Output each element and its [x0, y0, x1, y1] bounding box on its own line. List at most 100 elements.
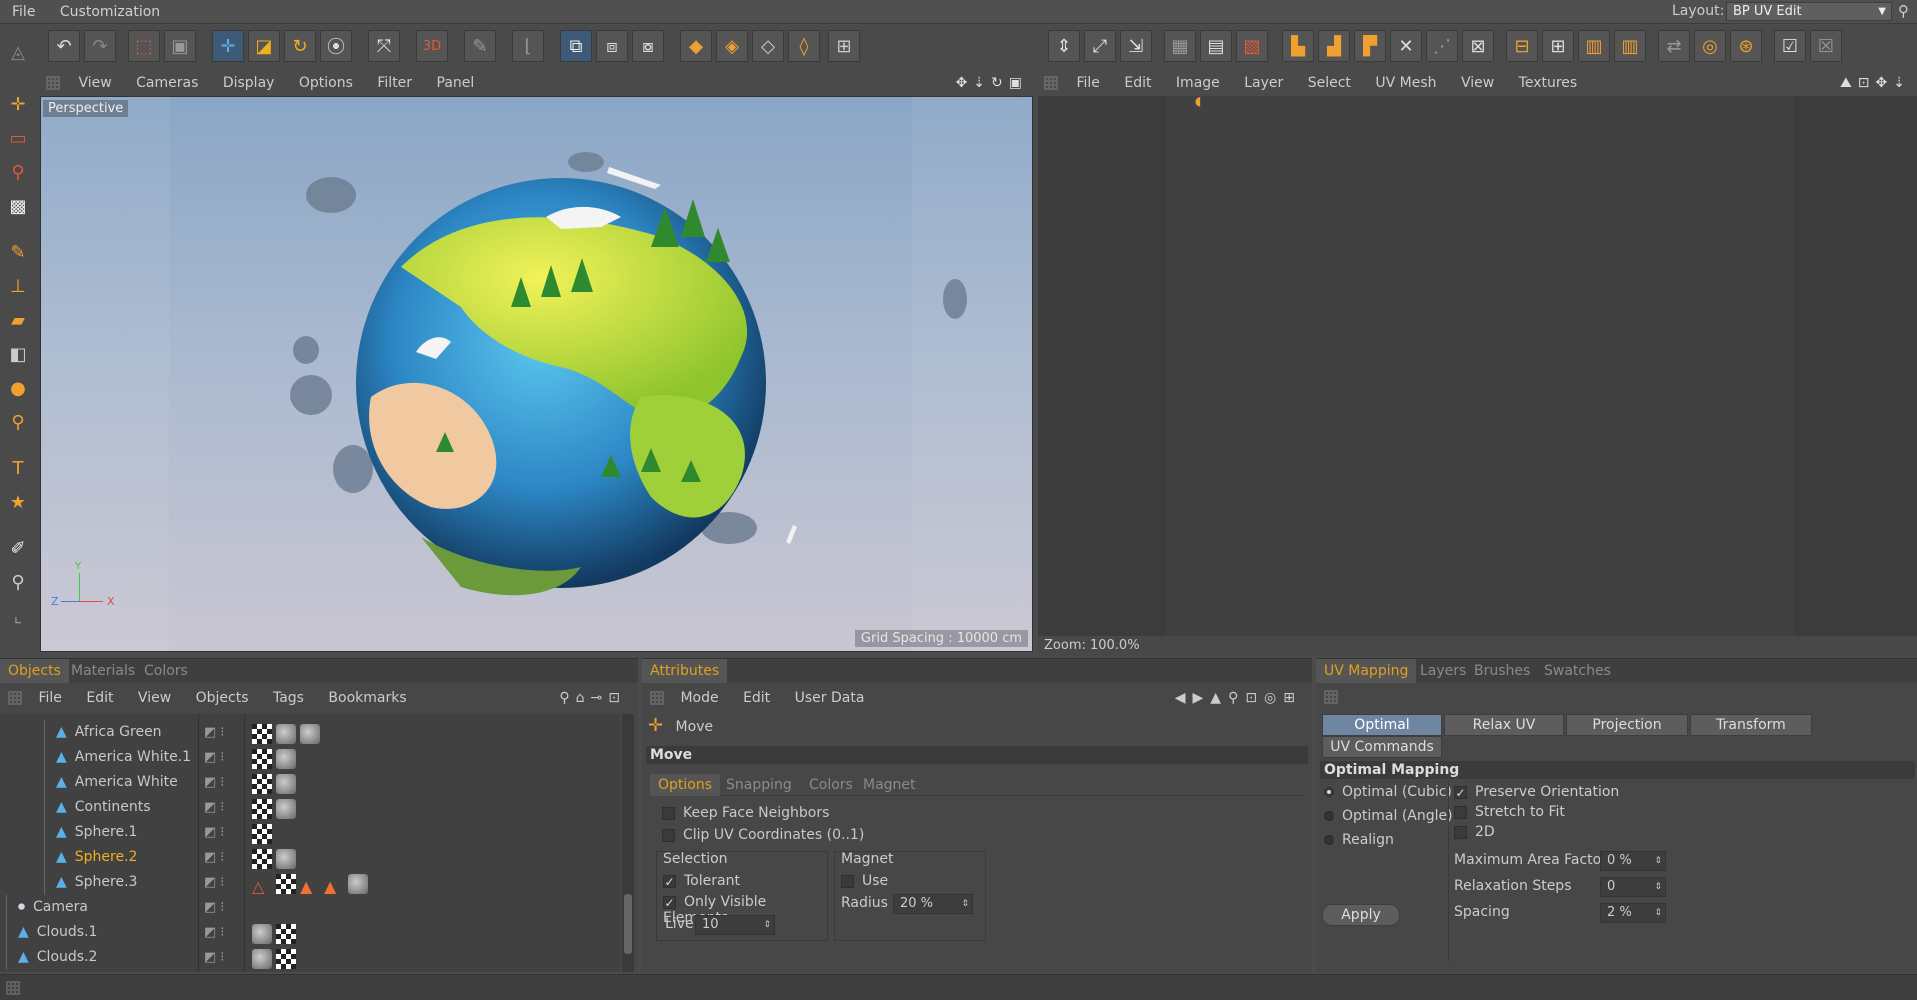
- brush-icon[interactable]: ✎: [464, 30, 496, 62]
- checkbox[interactable]: [1454, 825, 1467, 839]
- uv-menu-view[interactable]: View: [1461, 70, 1494, 96]
- paintbrush-icon[interactable]: ✎: [2, 236, 34, 268]
- tab-objects[interactable]: Objects: [0, 659, 69, 683]
- table-row[interactable]: ▲ Sphere.3 ◩⁝ △ ▲ ▲: [0, 870, 620, 896]
- uv-weld-icon[interactable]: ⊠: [1462, 30, 1494, 62]
- star-icon[interactable]: ★: [2, 486, 34, 518]
- uv-menu-textures[interactable]: Textures: [1519, 70, 1578, 96]
- uv-tool-1-icon[interactable]: ⇕: [1048, 30, 1080, 62]
- tab-layers[interactable]: Layers: [1412, 659, 1474, 683]
- checkbox-checked[interactable]: ✓: [663, 895, 676, 909]
- paint-3d-icon[interactable]: 3D: [416, 30, 448, 62]
- selection-filter-icon[interactable]: ▣: [164, 30, 196, 62]
- rotate-tool-icon[interactable]: ↻: [284, 30, 316, 62]
- uv-texture-area[interactable]: [1166, 96, 1794, 636]
- checkbox[interactable]: [662, 828, 675, 842]
- radio-button-selected[interactable]: [1324, 787, 1334, 797]
- viewport-menu-filter[interactable]: Filter: [377, 70, 412, 96]
- tab-brushes[interactable]: Brushes: [1466, 659, 1538, 683]
- undo-icon[interactable]: ↶: [48, 30, 80, 62]
- fill-icon[interactable]: ●: [2, 372, 34, 404]
- eyedropper-icon[interactable]: ✐: [2, 532, 34, 564]
- objects-tool-icons[interactable]: ⚲⌂⊸⊡: [559, 686, 626, 710]
- subtab-snapping[interactable]: Snapping: [718, 774, 800, 796]
- menu-file[interactable]: File: [12, 0, 35, 24]
- object-name-cell[interactable]: ▲ Africa Green: [56, 720, 162, 745]
- polygons-mode-icon[interactable]: ◊: [788, 30, 820, 62]
- objects-menu-file[interactable]: File: [38, 686, 61, 710]
- uv-mirror-icon[interactable]: ✕: [1390, 30, 1422, 62]
- table-row[interactable]: ▲ America White.1 ◩⁝: [0, 745, 620, 770]
- texture-tag-icon[interactable]: [276, 874, 296, 894]
- attributes-tool-icons[interactable]: ◀▶▲⚲⊡◎⊞: [1175, 686, 1302, 710]
- model-mode-icon[interactable]: ◆: [680, 30, 712, 62]
- object-name-cell[interactable]: ▲ America White: [56, 770, 178, 795]
- table-row[interactable]: ▲ Clouds.1 ◩⁝: [0, 920, 620, 945]
- attributes-menu-mode[interactable]: Mode: [680, 686, 718, 710]
- uv-tool-3-icon[interactable]: ⇲: [1120, 30, 1152, 62]
- objects-menu-edit[interactable]: Edit: [86, 686, 113, 710]
- option-tolerant[interactable]: ✓ Tolerant: [663, 873, 740, 889]
- radius-field[interactable]: 20 % ⇕: [893, 894, 973, 914]
- table-row[interactable]: ▲ Continents ◩⁝: [0, 795, 620, 820]
- axis-lock-icon[interactable]: ⦿: [320, 30, 352, 62]
- radio-button[interactable]: [1324, 811, 1334, 821]
- radio-optimal-cubic[interactable]: Optimal (Cubic): [1324, 784, 1452, 800]
- visibility-toggle-icon[interactable]: ◩⁝: [204, 795, 228, 820]
- uv-layout-4-icon[interactable]: ▥: [1614, 30, 1646, 62]
- visibility-toggle-icon[interactable]: ◩⁝: [204, 770, 228, 795]
- option-use[interactable]: Use: [841, 873, 888, 889]
- uv-commands-button[interactable]: UV Commands: [1322, 736, 1442, 758]
- viewport-menu-cameras[interactable]: Cameras: [136, 70, 198, 96]
- menu-customization[interactable]: Customization: [60, 0, 160, 24]
- viewport-nav-icons[interactable]: ✥⇣↻▣: [956, 70, 1028, 96]
- object-name-cell[interactable]: ▲ Continents: [56, 795, 151, 820]
- uv-layout-2-icon[interactable]: ⊞: [1542, 30, 1574, 62]
- material-tag-icon[interactable]: [276, 849, 296, 869]
- tab-colors[interactable]: Colors: [136, 659, 196, 683]
- uv-layout-1-icon[interactable]: ⊟: [1506, 30, 1538, 62]
- checkbox[interactable]: [662, 806, 675, 820]
- table-row[interactable]: ▲ Africa Green ◩⁝: [0, 720, 620, 745]
- attributes-menu-edit[interactable]: Edit: [743, 686, 770, 710]
- checkbox-checked[interactable]: ✓: [1454, 785, 1467, 799]
- texture-tag-icon[interactable]: [252, 774, 272, 794]
- material-tag-icon[interactable]: [276, 749, 296, 769]
- warning-icon[interactable]: ▲: [300, 874, 320, 896]
- uv-menu-layer[interactable]: Layer: [1244, 70, 1283, 96]
- material-tag-icon[interactable]: [252, 924, 272, 944]
- uv-grid-2-icon[interactable]: ▤: [1200, 30, 1232, 62]
- viewport-menu-options[interactable]: Options: [299, 70, 353, 96]
- material-tag-icon[interactable]: [252, 949, 272, 969]
- option-clip-uv[interactable]: Clip UV Coordinates (0..1): [662, 824, 1312, 846]
- texture-tag-icon[interactable]: [252, 749, 272, 769]
- uv-check-icon[interactable]: ☑: [1774, 30, 1806, 62]
- object-name-cell[interactable]: ▲ Clouds.2: [18, 945, 97, 970]
- object-name-cell[interactable]: ▲ Sphere.1: [56, 820, 137, 845]
- uv-align-2-icon[interactable]: ▟: [1318, 30, 1350, 62]
- uv-align-3-icon[interactable]: ▛: [1354, 30, 1386, 62]
- optimal-mapping-button[interactable]: Optimal Mapping: [1322, 714, 1442, 753]
- axis-icon[interactable]: ✛: [2, 88, 34, 120]
- option-keep-face-neighbors[interactable]: Keep Face Neighbors: [662, 802, 1312, 824]
- uv-grid-3-icon[interactable]: ▧: [1236, 30, 1268, 62]
- uv-points-icon[interactable]: ⧉: [560, 30, 592, 62]
- visibility-toggle-icon[interactable]: ◩⁝: [204, 945, 228, 970]
- checker-tool-icon[interactable]: ▩: [2, 190, 34, 222]
- material-tag-icon[interactable]: [276, 724, 296, 744]
- subtab-colors[interactable]: Colors: [801, 774, 861, 796]
- dodge-icon[interactable]: ⚲: [2, 406, 34, 438]
- uv-align-1-icon[interactable]: ▙: [1282, 30, 1314, 62]
- texture-tag-icon[interactable]: [252, 824, 272, 844]
- object-name-cell[interactable]: ⏺ Camera: [18, 895, 88, 920]
- projection-button[interactable]: Projection: [1566, 714, 1688, 736]
- texture-tag-icon[interactable]: [276, 949, 296, 969]
- visibility-toggle-icon[interactable]: ◩⁝: [204, 870, 228, 895]
- viewport-menu-display[interactable]: Display: [223, 70, 275, 96]
- objects-scrollbar[interactable]: [622, 714, 634, 972]
- spacing-field[interactable]: 2 % ⇕: [1600, 903, 1666, 923]
- uv-edges-icon[interactable]: ⧇: [632, 30, 664, 62]
- uv-stitch-icon[interactable]: ⋰: [1426, 30, 1458, 62]
- uv-circle-icon[interactable]: ◎: [1694, 30, 1726, 62]
- uv-bend-icon[interactable]: ⌞: [2, 600, 34, 632]
